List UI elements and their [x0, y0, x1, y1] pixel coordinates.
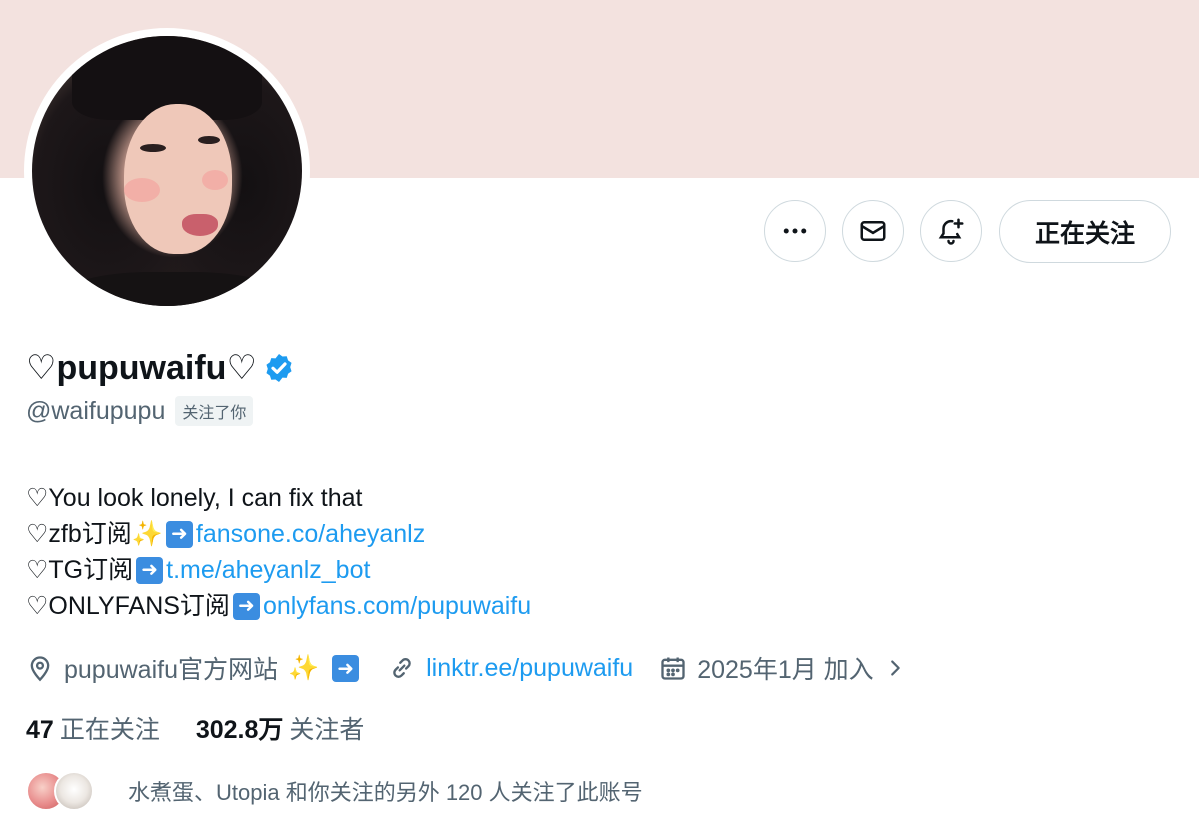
bio-line: ♡zfb订阅 ✨ ➜ fansone.co/aheyanlz [26, 516, 531, 552]
bio-text: ♡You look lonely, I can fix that [26, 484, 363, 512]
calendar-icon [661, 657, 685, 680]
mutual-avatar [54, 771, 94, 811]
handle-row: @waifupupu 关注了你 [26, 396, 254, 426]
bio-link-telegram[interactable]: t.me/aheyanlz_bot [166, 552, 370, 588]
bio-link-fansone[interactable]: fansone.co/aheyanlz [196, 516, 425, 552]
arrow-right-icon: ➜ [165, 520, 193, 548]
website-link[interactable]: linktr.ee/pupuwaifu [426, 654, 633, 683]
followers-label: 关注者 [289, 716, 365, 744]
profile-avatar[interactable] [24, 28, 310, 314]
bio-line: ♡You look lonely, I can fix that [26, 480, 531, 516]
message-button[interactable] [842, 200, 904, 262]
bio-line: ♡TG订阅 ➜ t.me/aheyanlz_bot [26, 552, 531, 588]
verified-badge-icon[interactable] [263, 352, 295, 384]
bell-plus-icon [938, 218, 964, 245]
display-name-row: ♡pupuwaifu♡ [26, 346, 295, 390]
followers-stat[interactable]: 302.8万 关注者 [196, 710, 365, 746]
mail-icon [860, 221, 886, 241]
followers-you-know-text: 水煮蛋、Utopia 和你关注的另外 120 人关注了此账号 [128, 780, 643, 805]
notify-button[interactable] [920, 200, 982, 262]
follow-stats: 47 正在关注 302.8万 关注者 [26, 710, 400, 746]
arrow-right-icon: ➜ [332, 654, 360, 682]
followers-count: 302.8万 [195, 716, 284, 744]
profile-bio: ♡You look lonely, I can fix that ♡zfb订阅 … [26, 480, 531, 624]
bio-text: ♡TG订阅 [26, 556, 134, 584]
profile-meta: pupuwaifu官方网站 ✨ ➜ linktr.ee/pupuwaifu 20… [26, 648, 932, 688]
following-stat[interactable]: 47 正在关注 [26, 710, 160, 746]
chevron-right-icon [890, 660, 900, 676]
bio-link-onlyfans[interactable]: onlyfans.com/pupuwaifu [263, 588, 531, 624]
sparkles-icon: ✨ [287, 653, 320, 682]
location-text: pupuwaifu官方网站 [64, 656, 278, 684]
sparkles-icon: ✨ [131, 520, 163, 548]
location-pin-icon [30, 656, 50, 682]
joined-text: 2025年1月 加入 [697, 656, 874, 684]
location-item: pupuwaifu官方网站 ✨ ➜ [26, 650, 362, 686]
more-options-button[interactable] [764, 200, 826, 262]
joined-item[interactable]: 2025年1月 加入 [659, 650, 905, 686]
followers-you-know[interactable]: 水煮蛋、Utopia 和你关注的另外 120 人关注了此账号 [26, 770, 643, 812]
bio-line: ♡ONLYFANS订阅 ➜ onlyfans.com/pupuwaifu [26, 588, 531, 624]
arrow-right-icon: ➜ [232, 592, 260, 620]
arrow-right-icon: ➜ [136, 556, 164, 584]
following-button[interactable]: 正在关注 [999, 200, 1171, 263]
display-name: ♡pupuwaifu♡ [26, 349, 257, 387]
follows-you-badge: 关注了你 [175, 396, 254, 426]
user-handle: @waifupupu [26, 396, 166, 425]
bio-text: ♡zfb订阅 [26, 520, 132, 548]
more-icon [783, 228, 807, 234]
link-icon [393, 658, 411, 678]
bio-text: ♡ONLYFANS订阅 [26, 592, 230, 620]
website-item: linktr.ee/pupuwaifu [388, 654, 633, 683]
following-label: 正在关注 [59, 716, 160, 744]
following-count: 47 [26, 716, 54, 744]
avatar-photo [32, 36, 302, 306]
